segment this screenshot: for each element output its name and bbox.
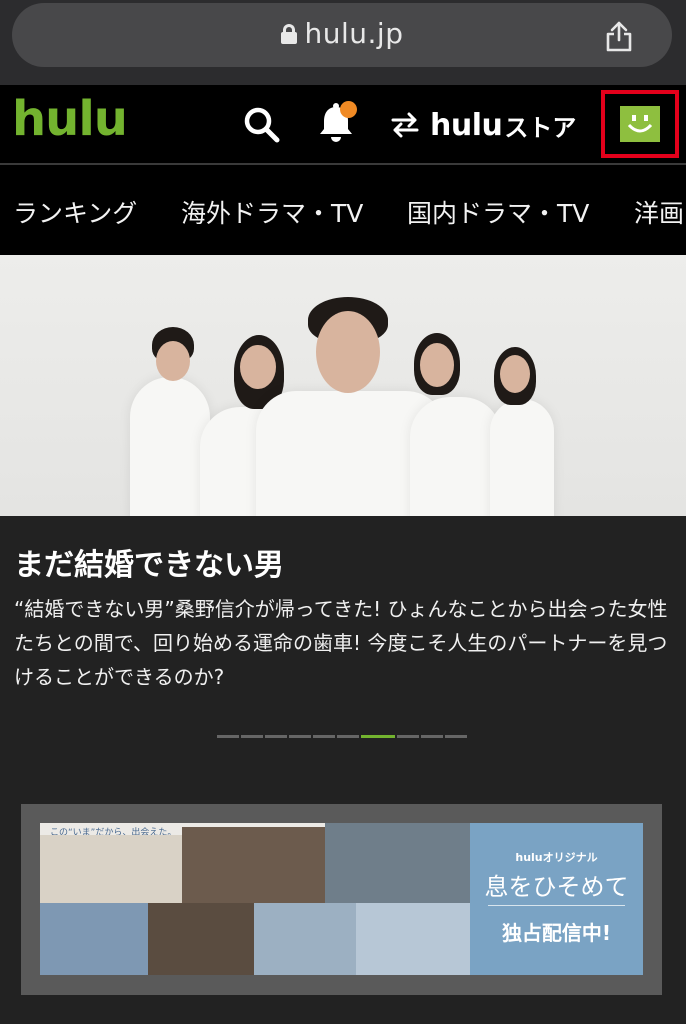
- show-description: “結婚できない男”桑野信介が帰ってきた! ひょんなことから出会った女性たちとの間…: [14, 597, 668, 689]
- banner-divider: [488, 905, 625, 906]
- browser-toolbar: hulu.jp: [0, 0, 686, 85]
- address-bar[interactable]: hulu.jp: [12, 3, 672, 67]
- banner-title: 息をひそめて: [484, 873, 629, 901]
- nav-item-ranking[interactable]: ランキング: [13, 194, 137, 230]
- avatar-smiley-icon: [627, 115, 653, 133]
- category-nav: ランキング 海外ドラマ・TV 国内ドラマ・TV 洋画: [0, 165, 686, 255]
- pager-dot[interactable]: [313, 735, 335, 738]
- pager-dot[interactable]: [289, 735, 311, 738]
- hulu-store-link[interactable]: hulu ストア: [390, 105, 576, 145]
- notifications-button[interactable]: [316, 99, 360, 145]
- swap-arrows-icon: [391, 112, 419, 138]
- store-brand: hulu: [430, 107, 503, 143]
- banner-brand: huluオリジナル: [515, 851, 598, 864]
- pager-dot[interactable]: [421, 735, 443, 738]
- nav-item-movies[interactable]: 洋画: [634, 194, 684, 230]
- pager-dot[interactable]: [337, 735, 359, 738]
- banner-still: [40, 903, 148, 975]
- site-header: hulu hulu ストア: [0, 85, 686, 163]
- url-text: hulu.jp: [304, 17, 404, 50]
- store-label: ストア: [504, 113, 577, 142]
- banner-still: [325, 823, 470, 903]
- show-title[interactable]: まだ結婚できない男: [14, 540, 674, 584]
- pager-dot-active[interactable]: [361, 735, 395, 738]
- banner-still: [254, 903, 356, 975]
- banner-still: [182, 827, 325, 903]
- banner-title-panel: huluオリジナル 息をひそめて 独占配信中!: [470, 823, 643, 975]
- banner-still: [148, 903, 254, 975]
- notification-badge: [340, 101, 357, 118]
- nav-item-domestic-drama[interactable]: 国内ドラマ・TV: [407, 194, 589, 230]
- pager-dot[interactable]: [397, 735, 419, 738]
- banner-still: [40, 835, 182, 903]
- share-icon[interactable]: [604, 20, 634, 52]
- hero-image[interactable]: [0, 255, 686, 516]
- lock-icon: [280, 24, 297, 44]
- promo-banner[interactable]: この“いま”だから、出会えた。 huluオリジナル 息をひそめて 独占配信中!: [21, 804, 662, 995]
- pager-dot[interactable]: [265, 735, 287, 738]
- avatar: [620, 106, 660, 142]
- search-icon[interactable]: [242, 105, 282, 145]
- pager-dot[interactable]: [217, 735, 239, 738]
- nav-item-overseas-drama[interactable]: 海外ドラマ・TV: [181, 194, 363, 230]
- pager-dot[interactable]: [445, 735, 467, 738]
- pager-dot[interactable]: [241, 735, 263, 738]
- banner-cta: 独占配信中!: [501, 921, 612, 945]
- carousel-pager: [217, 735, 467, 739]
- profile-button[interactable]: [601, 90, 679, 158]
- hulu-logo[interactable]: hulu: [12, 91, 128, 147]
- banner-still: [356, 903, 470, 975]
